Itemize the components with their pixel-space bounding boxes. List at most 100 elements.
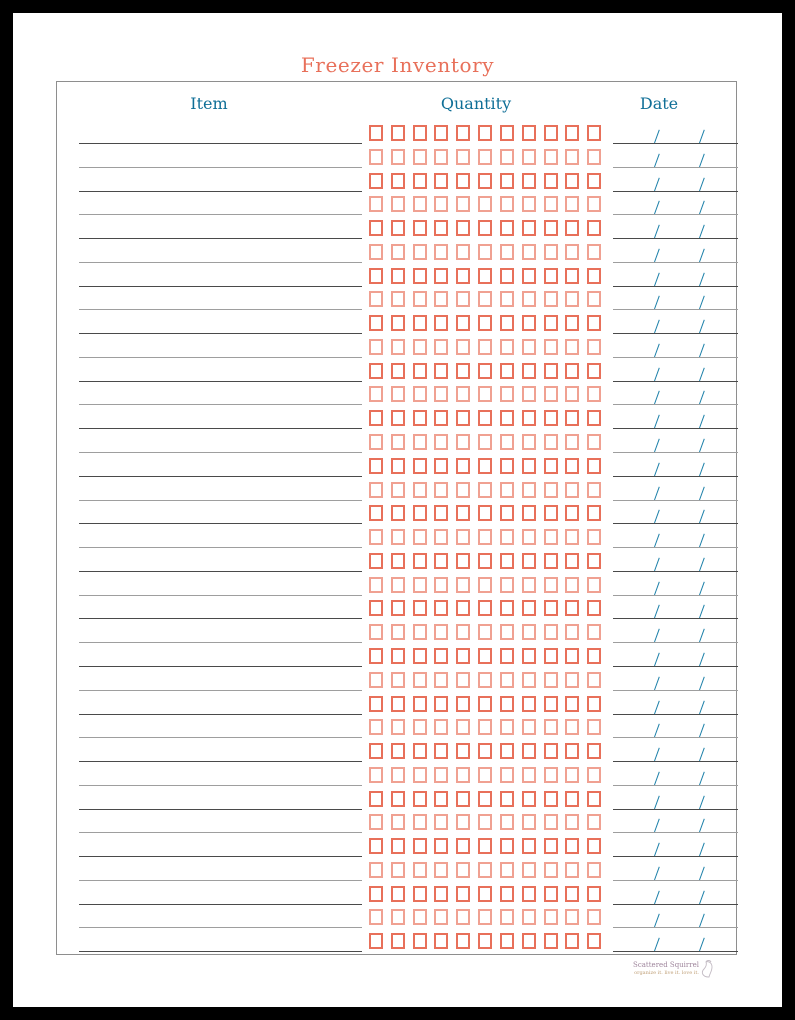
table-row[interactable] (57, 693, 738, 717)
quantity-checkbox[interactable] (543, 457, 558, 474)
quantity-checkbox[interactable] (478, 505, 493, 522)
quantity-checkbox[interactable] (499, 481, 514, 498)
quantity-checkbox[interactable] (499, 220, 514, 237)
quantity-checkbox[interactable] (521, 148, 536, 165)
table-row[interactable] (57, 788, 738, 812)
quantity-checkbox[interactable] (369, 386, 383, 403)
quantity-checkbox[interactable] (499, 243, 514, 260)
quantity-checkbox[interactable] (565, 909, 580, 926)
quantity-checkbox[interactable] (390, 695, 405, 712)
date-write-line[interactable] (613, 594, 738, 596)
quantity-checkbox[interactable] (543, 481, 558, 498)
quantity-checkbox[interactable] (478, 719, 493, 736)
quantity-checkbox[interactable] (565, 600, 580, 617)
quantity-checkbox[interactable] (456, 695, 471, 712)
quantity-checkbox[interactable] (499, 838, 514, 855)
quantity-checkbox[interactable] (369, 362, 383, 379)
quantity-checkbox[interactable] (565, 505, 580, 522)
quantity-checkbox[interactable] (543, 576, 558, 593)
date-write-line[interactable] (613, 808, 738, 810)
quantity-checkbox[interactable] (565, 743, 580, 760)
quantity-checkbox[interactable] (565, 576, 580, 593)
quantity-checkbox[interactable] (478, 196, 493, 213)
quantity-checkbox[interactable] (499, 885, 514, 902)
quantity-checkbox[interactable] (565, 267, 580, 284)
quantity-checkbox[interactable] (456, 647, 471, 664)
quantity-checkbox[interactable] (390, 790, 405, 807)
quantity-checkbox[interactable] (478, 362, 493, 379)
quantity-checkbox[interactable] (521, 719, 536, 736)
item-write-line[interactable] (79, 499, 362, 501)
quantity-checkbox[interactable] (587, 529, 602, 546)
quantity-checkbox[interactable] (434, 410, 449, 427)
quantity-checkbox[interactable] (521, 743, 536, 760)
table-row[interactable] (57, 550, 738, 574)
quantity-checkbox[interactable] (478, 671, 493, 688)
quantity-checkbox[interactable] (456, 743, 471, 760)
quantity-checkbox[interactable] (587, 315, 602, 332)
table-row[interactable] (57, 265, 738, 289)
quantity-checkbox[interactable] (412, 766, 427, 783)
date-write-line[interactable] (613, 380, 738, 382)
quantity-checkbox[interactable] (369, 267, 383, 284)
item-write-line[interactable] (79, 570, 362, 572)
table-row[interactable] (57, 193, 738, 217)
quantity-checkbox[interactable] (565, 885, 580, 902)
item-write-line[interactable] (79, 143, 362, 144)
quantity-checkbox[interactable] (456, 172, 471, 189)
quantity-checkbox[interactable] (390, 600, 405, 617)
quantity-checkbox[interactable] (390, 838, 405, 855)
quantity-checkbox[interactable] (565, 457, 580, 474)
quantity-checkbox[interactable] (587, 909, 602, 926)
item-write-line[interactable] (79, 404, 362, 406)
item-write-line[interactable] (79, 594, 362, 596)
quantity-checkbox[interactable] (499, 125, 514, 141)
quantity-checkbox[interactable] (543, 315, 558, 332)
quantity-checkbox[interactable] (565, 933, 580, 950)
date-write-line[interactable] (613, 784, 738, 786)
quantity-checkbox[interactable] (369, 576, 383, 593)
item-write-line[interactable] (79, 380, 362, 382)
quantity-checkbox[interactable] (587, 838, 602, 855)
quantity-checkbox[interactable] (434, 505, 449, 522)
quantity-checkbox[interactable] (412, 529, 427, 546)
quantity-checkbox[interactable] (565, 838, 580, 855)
quantity-checkbox[interactable] (587, 481, 602, 498)
quantity-checkbox[interactable] (412, 909, 427, 926)
quantity-checkbox[interactable] (587, 743, 602, 760)
quantity-checkbox[interactable] (412, 647, 427, 664)
quantity-checkbox[interactable] (434, 243, 449, 260)
quantity-checkbox[interactable] (369, 434, 383, 451)
item-write-line[interactable] (79, 285, 362, 287)
date-write-line[interactable] (613, 404, 738, 406)
quantity-checkbox[interactable] (390, 291, 405, 308)
quantity-checkbox[interactable] (521, 291, 536, 308)
item-write-line[interactable] (79, 737, 362, 739)
quantity-checkbox[interactable] (587, 624, 602, 641)
quantity-checkbox[interactable] (369, 766, 383, 783)
quantity-checkbox[interactable] (543, 552, 558, 569)
quantity-checkbox[interactable] (369, 172, 383, 189)
quantity-checkbox[interactable] (499, 766, 514, 783)
quantity-checkbox[interactable] (412, 600, 427, 617)
quantity-checkbox[interactable] (543, 386, 558, 403)
quantity-checkbox[interactable] (565, 315, 580, 332)
quantity-checkbox[interactable] (565, 671, 580, 688)
quantity-checkbox[interactable] (434, 671, 449, 688)
quantity-checkbox[interactable] (587, 125, 602, 141)
quantity-checkbox[interactable] (390, 624, 405, 641)
quantity-checkbox[interactable] (412, 338, 427, 355)
quantity-checkbox[interactable] (478, 861, 493, 878)
table-row[interactable] (57, 621, 738, 645)
quantity-checkbox[interactable] (543, 410, 558, 427)
quantity-checkbox[interactable] (478, 457, 493, 474)
quantity-checkbox[interactable] (478, 291, 493, 308)
quantity-checkbox[interactable] (390, 481, 405, 498)
quantity-checkbox[interactable] (434, 148, 449, 165)
quantity-checkbox[interactable] (478, 267, 493, 284)
quantity-checkbox[interactable] (456, 220, 471, 237)
quantity-checkbox[interactable] (478, 434, 493, 451)
quantity-checkbox[interactable] (543, 220, 558, 237)
quantity-checkbox[interactable] (412, 719, 427, 736)
table-row[interactable] (57, 288, 738, 312)
